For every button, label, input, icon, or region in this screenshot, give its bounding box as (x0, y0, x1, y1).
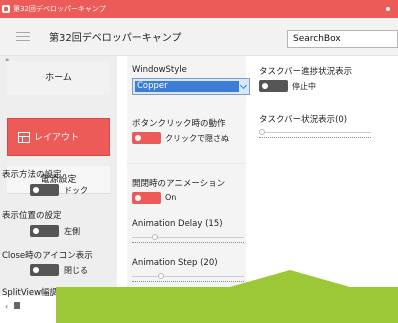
taskbar-state-label: タスクバー状況表示(0) (259, 115, 348, 125)
chevron-down-icon (239, 81, 248, 90)
taskbar-state-slider[interactable] (259, 129, 371, 139)
animation-delay-slider[interactable] (132, 234, 244, 244)
nav-item-layout[interactable]: レイアウト (7, 118, 110, 156)
settings-column-2: タスクバー進捗状況表示 停止中 タスクバー状況表示(0) (251, 56, 398, 296)
taskbar-progress-toggle[interactable] (259, 80, 288, 92)
taskbar-progress-value: 停止中 (292, 82, 316, 91)
window-style-select[interactable]: Copper (132, 78, 250, 95)
window-style-selected: Copper (135, 81, 239, 92)
close-icon-display-toggle[interactable] (30, 264, 59, 276)
display-method-toggle[interactable] (30, 184, 59, 196)
close-icon-display-label: Close時のアイコン表示 (2, 251, 93, 261)
animation-step-label: Animation Step (20) (132, 258, 218, 268)
animation-delay-label: Animation Delay (15) (132, 219, 223, 229)
taskbar-progress-label: タスクバー進捗状況表示 (259, 67, 353, 77)
animation-step-slider[interactable] (132, 273, 244, 283)
scrollbar-thumb[interactable] (14, 302, 20, 309)
window-control-dot[interactable] (386, 7, 390, 11)
scroll-left-icon[interactable]: ‹ (5, 302, 8, 311)
sidebar: » ホーム レイアウト 電源設定 表示方法の設定 ドック 表示位置の設定 左側 … (0, 56, 117, 298)
open-animation-toggle[interactable] (132, 192, 161, 204)
horizontal-scrollbar[interactable]: ‹ (4, 299, 49, 313)
app-header: 第32回デベロッパーキャンプ SearchBox (0, 18, 398, 56)
nav-item-layout-label: レイアウト (34, 133, 80, 143)
open-animation-label: 開閉時のアニメーション (132, 179, 226, 189)
display-method-value: ドック (64, 186, 88, 195)
layout-icon (18, 132, 30, 143)
settings-column-1: WindowStyle Copper ボタンクリック時の動作 クリックで隠さぬ … (127, 56, 250, 296)
button-click-value: クリックで隠さぬ (165, 134, 229, 143)
window-style-label: WindowStyle (132, 65, 187, 75)
hamburger-icon[interactable] (16, 32, 30, 42)
display-position-label: 表示位置の設定 (2, 211, 62, 221)
page-title: 第32回デベロッパーキャンプ (49, 33, 182, 44)
open-animation-value: On (165, 193, 177, 202)
divider (127, 163, 246, 164)
green-banner (56, 287, 398, 323)
window-title: 第32回デベロッパーキャンプ (13, 5, 106, 13)
close-icon-display-value: 閉じる (64, 266, 88, 275)
search-input[interactable]: SearchBox (287, 30, 398, 48)
app-icon (2, 5, 10, 13)
display-position-toggle[interactable] (30, 225, 59, 237)
nav-item-home[interactable]: ホーム (7, 61, 110, 95)
display-method-label: 表示方法の設定 (2, 170, 62, 180)
banner-peak (230, 270, 350, 287)
button-click-label: ボタンクリック時の動作 (132, 119, 226, 129)
title-bar: 第32回デベロッパーキャンプ (0, 0, 398, 18)
display-position-value: 左側 (64, 227, 80, 236)
button-click-toggle[interactable] (132, 132, 161, 144)
